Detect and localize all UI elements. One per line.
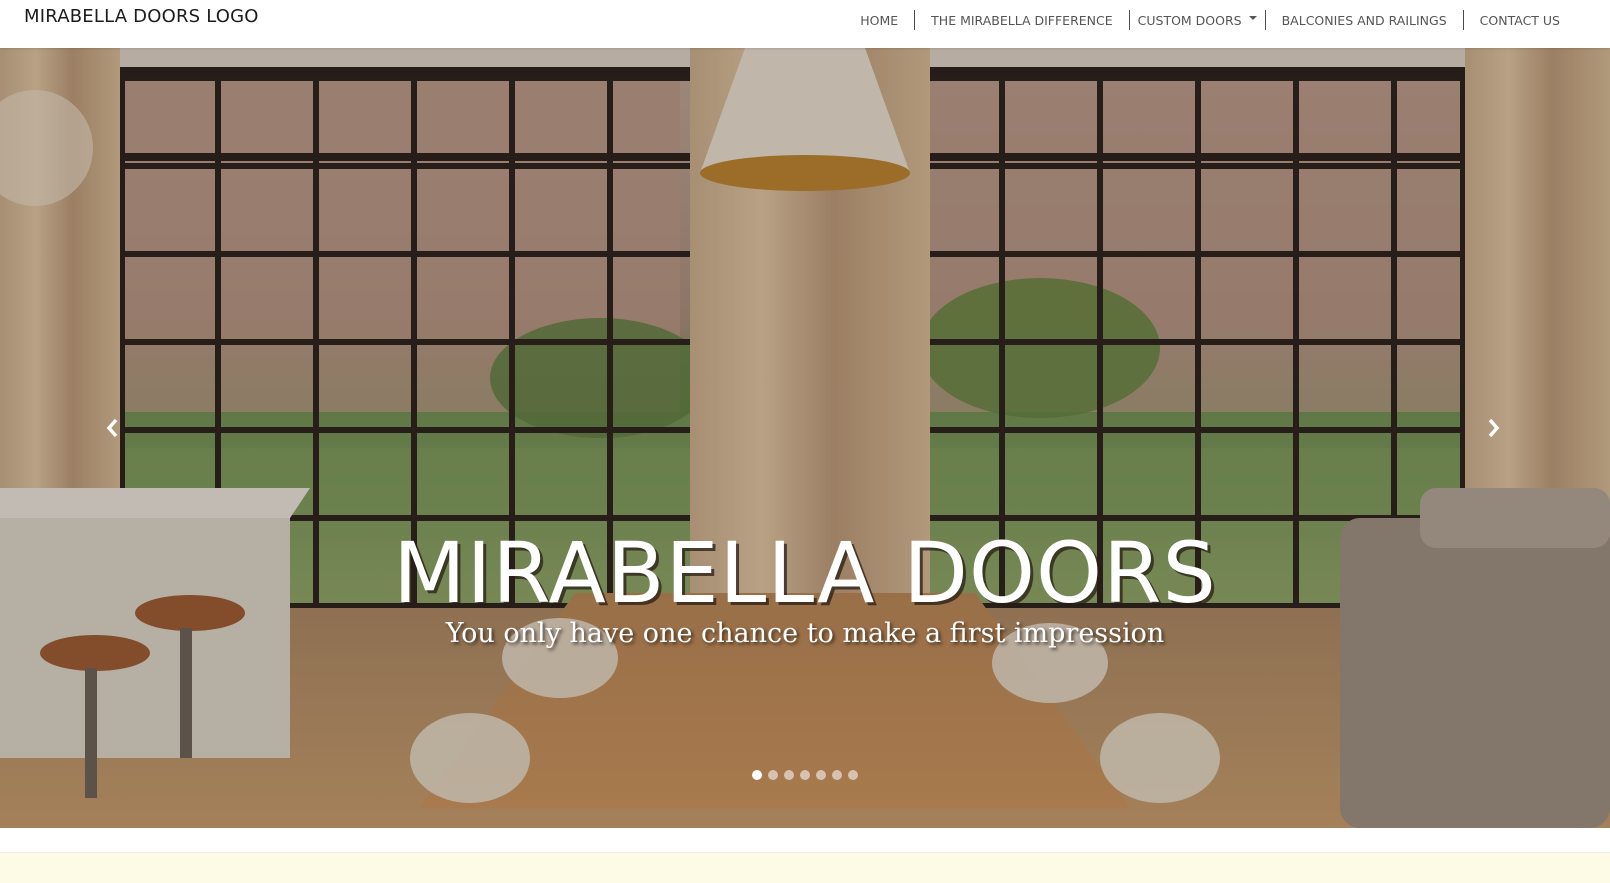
carousel-dot[interactable] — [816, 770, 826, 780]
top-navbar: MIRABELLA DOORS LOGO HOME THE MIRABELLA … — [0, 0, 1610, 48]
carousel-dot[interactable] — [768, 770, 778, 780]
chevron-down-icon — [1248, 16, 1257, 20]
carousel-next-button[interactable] — [1478, 413, 1508, 443]
chevron-right-icon — [1488, 418, 1500, 438]
carousel-dot[interactable] — [752, 770, 762, 780]
carousel-dot[interactable] — [784, 770, 794, 780]
hero-overlay — [0, 48, 1610, 828]
carousel-dot[interactable] — [832, 770, 842, 780]
hero-carousel: MIRABELLA DOORS You only have one chance… — [0, 48, 1610, 828]
carousel-prev-button[interactable] — [98, 413, 128, 443]
nav-contact-us[interactable]: CONTACT US — [1464, 9, 1576, 31]
chevron-left-icon — [106, 418, 118, 438]
main-nav: HOME THE MIRABELLA DIFFERENCE CUSTOM DOO… — [844, 8, 1576, 32]
brand-logo[interactable]: MIRABELLA DOORS LOGO — [24, 6, 259, 27]
nav-home[interactable]: HOME — [844, 9, 914, 31]
nav-mirabella-difference[interactable]: THE MIRABELLA DIFFERENCE — [915, 9, 1128, 31]
carousel-indicators — [0, 770, 1610, 780]
content-section-top — [0, 828, 1610, 883]
hero-subtitle: You only have one chance to make a first… — [445, 618, 1165, 649]
hero-title: MIRABELLA DOORS — [393, 524, 1217, 623]
nav-balconies-railings[interactable]: BALCONIES AND RAILINGS — [1266, 9, 1463, 31]
content-band — [0, 852, 1610, 883]
carousel-dot[interactable] — [848, 770, 858, 780]
carousel-dot[interactable] — [800, 770, 810, 780]
nav-custom-doors-label: CUSTOM DOORS — [1137, 12, 1242, 28]
nav-custom-doors[interactable]: CUSTOM DOORS — [1130, 9, 1265, 31]
